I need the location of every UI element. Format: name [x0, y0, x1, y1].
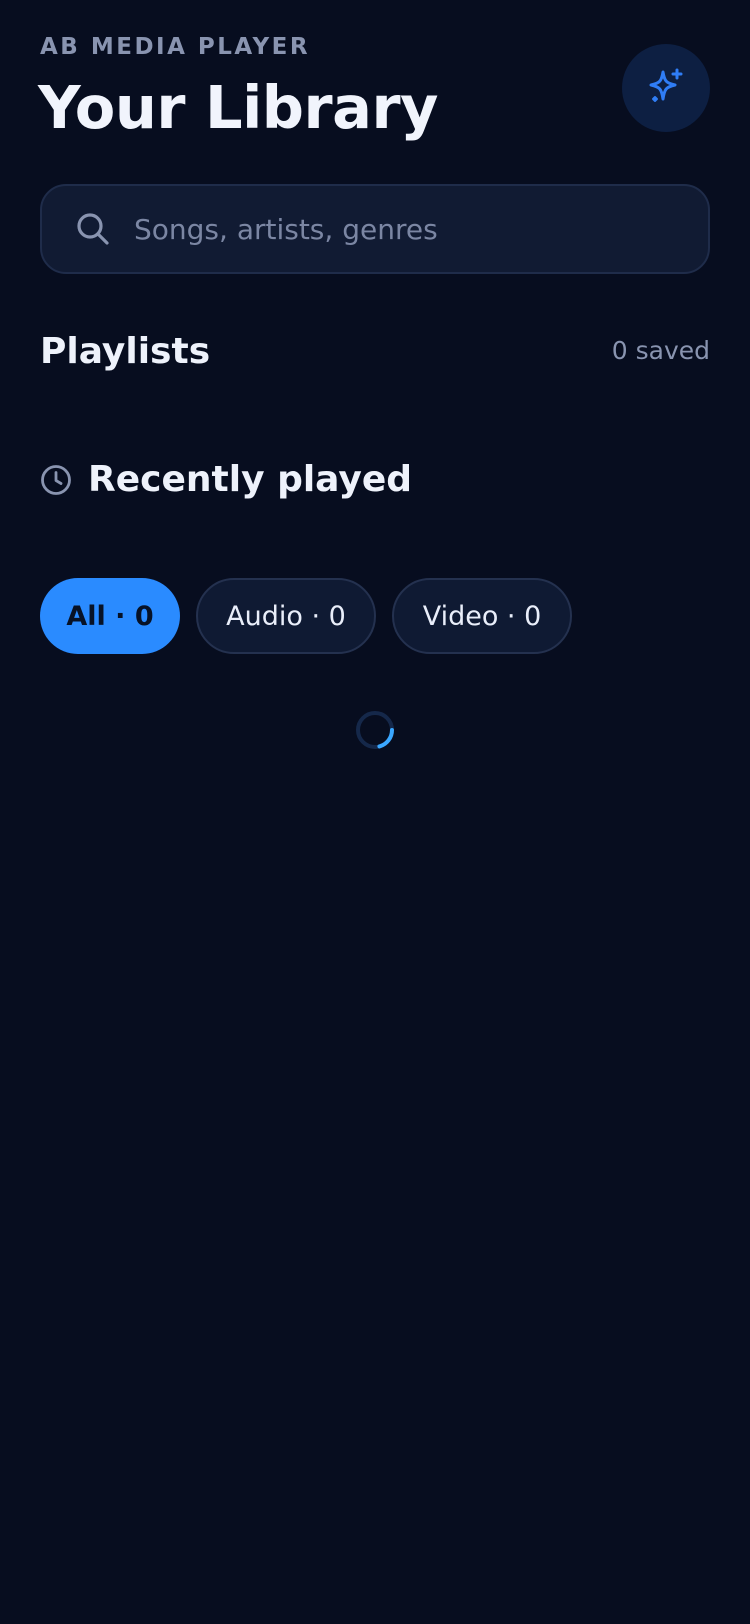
playlists-saved-count: 0 saved [611, 336, 710, 365]
page-title: Your Library [38, 73, 439, 142]
sparkle-button[interactable] [622, 44, 710, 132]
playlists-heading: Playlists [40, 331, 211, 372]
search-icon [76, 212, 110, 246]
search-bar[interactable] [40, 184, 710, 274]
filter-chip-all[interactable]: All · 0 [40, 578, 180, 654]
recently-played-header: Recently played [40, 454, 412, 506]
clock-icon [40, 464, 72, 496]
sparkle-icon [644, 66, 688, 110]
filter-chip-video[interactable]: Video · 0 [392, 578, 572, 654]
filter-chips: All · 0 Audio · 0 Video · 0 [40, 578, 572, 654]
loading-spinner [355, 710, 395, 750]
recently-played-heading: Recently played [88, 459, 413, 500]
filter-chip-audio[interactable]: Audio · 0 [196, 578, 376, 654]
search-input[interactable] [134, 206, 694, 252]
library-screen: AB MEDIA PLAYER Your Library Playlists 0… [0, 0, 750, 1624]
app-name: AB MEDIA PLAYER [40, 34, 311, 60]
